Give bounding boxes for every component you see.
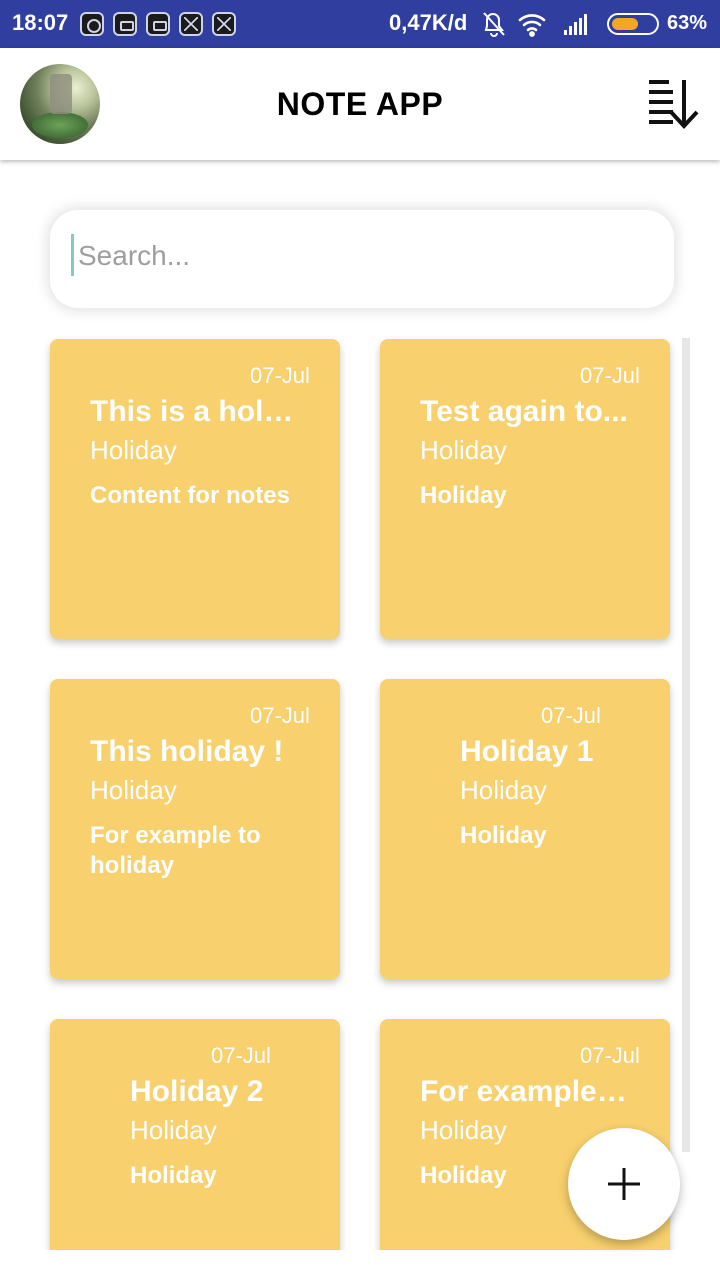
status-time: 18:07 bbox=[12, 10, 69, 35]
close-notif-icon bbox=[212, 12, 236, 36]
note-content: For example to holiday bbox=[90, 822, 261, 879]
note-category: Holiday bbox=[90, 775, 177, 805]
settings-notif-icon bbox=[80, 12, 104, 36]
note-card[interactable]: 07-Jul Test again to... Holiday Holiday bbox=[380, 339, 670, 639]
status-bar: 18:07 0,47K/d 63% bbox=[0, 0, 720, 48]
note-category: Holiday bbox=[420, 1115, 507, 1145]
mute-bell-icon bbox=[483, 12, 505, 37]
battery-percent: 63% bbox=[667, 12, 708, 34]
wifi-icon bbox=[518, 14, 546, 37]
message-notif-icon bbox=[113, 12, 137, 36]
note-content: Holiday bbox=[420, 482, 507, 509]
notification-icons bbox=[80, 12, 236, 36]
add-note-button[interactable] bbox=[568, 1128, 680, 1240]
note-date: 07-Jul bbox=[250, 363, 310, 388]
battery-icon bbox=[607, 13, 659, 35]
note-content: Content for notes bbox=[90, 482, 290, 509]
note-title: This holiday ! bbox=[90, 735, 284, 768]
note-category: Holiday bbox=[130, 1115, 217, 1145]
note-card[interactable]: 07-Jul Holiday 2 Holiday Holiday bbox=[50, 1019, 340, 1280]
search-input[interactable] bbox=[78, 236, 648, 276]
note-date: 07-Jul bbox=[250, 703, 310, 728]
signal-icon bbox=[564, 14, 587, 35]
note-content: Holiday bbox=[130, 1162, 217, 1189]
note-category: Holiday bbox=[420, 435, 507, 465]
note-date: 07-Jul bbox=[580, 363, 640, 388]
sort-descending-icon[interactable] bbox=[647, 78, 703, 130]
status-right-icons bbox=[483, 12, 587, 37]
note-title: This is a holid... bbox=[90, 395, 298, 428]
calendar-notif-icon bbox=[146, 12, 170, 36]
note-category: Holiday bbox=[90, 435, 177, 465]
note-card[interactable]: 07-Jul This is a holid... Holiday Conten… bbox=[50, 339, 340, 639]
note-card[interactable]: 07-Jul Holiday 1 Holiday Holiday bbox=[380, 679, 670, 979]
page-title: NOTE APP bbox=[276, 86, 444, 122]
scrollbar[interactable] bbox=[682, 338, 690, 1152]
note-category: Holiday bbox=[460, 775, 547, 805]
network-speed: 0,47K/d bbox=[389, 10, 468, 35]
note-title: Holiday 1 bbox=[460, 735, 594, 768]
search-box[interactable] bbox=[50, 210, 674, 308]
app-bar: NOTE APP bbox=[0, 48, 720, 160]
bottom-edge bbox=[0, 1250, 720, 1280]
note-card[interactable]: 07-Jul This holiday ! Holiday For exampl… bbox=[50, 679, 340, 979]
note-content: Holiday bbox=[460, 822, 547, 849]
note-date: 07-Jul bbox=[580, 1043, 640, 1068]
text-cursor bbox=[71, 234, 74, 276]
plus-icon bbox=[608, 1168, 640, 1200]
note-title: Test again to... bbox=[420, 395, 628, 428]
note-title: For example f... bbox=[420, 1075, 632, 1108]
note-date: 07-Jul bbox=[541, 703, 601, 728]
note-title: Holiday 2 bbox=[130, 1075, 264, 1108]
close-notif-icon bbox=[179, 12, 203, 36]
battery-level bbox=[612, 18, 638, 30]
note-date: 07-Jul bbox=[211, 1043, 271, 1068]
